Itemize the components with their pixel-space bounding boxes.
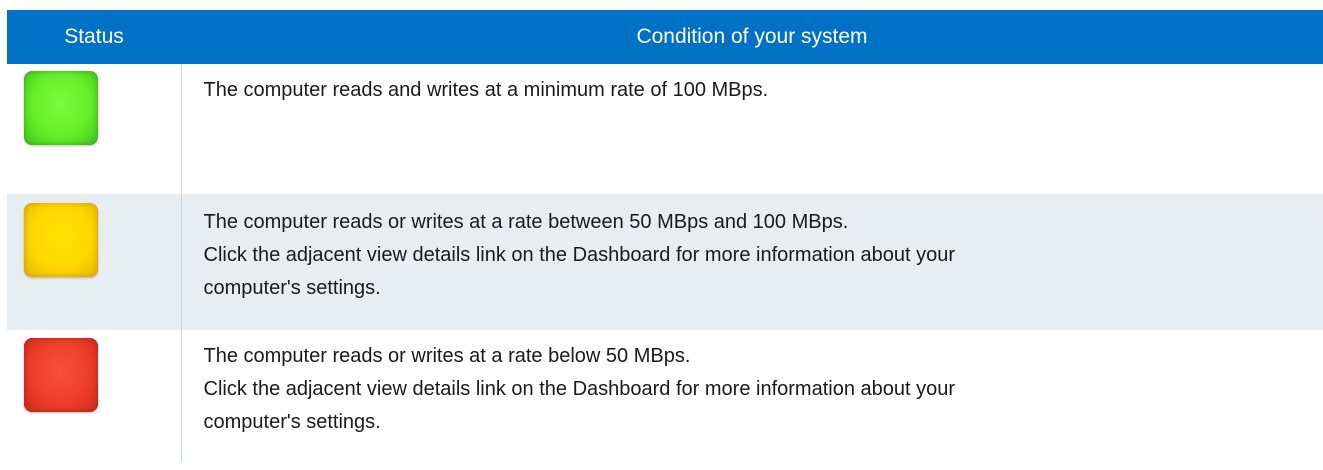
condition-text: The computer reads or writes at a rate b… [203, 211, 849, 233]
condition-text: Click the adjacent view details link on … [203, 244, 956, 266]
table-row: The computer reads or writes at a rate b… [7, 330, 1323, 462]
condition-text: computer's settings. [203, 411, 381, 433]
condition-column-header: Condition of your system [181, 10, 1323, 64]
status-column-header: Status [7, 10, 181, 64]
status-cell [7, 330, 182, 462]
condition-text: computer's settings. [203, 277, 381, 299]
status-table: Status Condition of your system The comp… [7, 10, 1323, 462]
condition-text: The computer reads or writes at a rate b… [203, 345, 691, 367]
red-status-icon [24, 338, 98, 412]
status-cell [7, 64, 182, 194]
yellow-status-icon [24, 203, 98, 277]
table-row: The computer reads or writes at a rate b… [7, 194, 1323, 330]
table-row: The computer reads and writes at a minim… [7, 64, 1323, 194]
condition-text: Click the adjacent view details link on … [203, 378, 956, 400]
condition-cell: The computer reads and writes at a minim… [181, 64, 1323, 194]
green-status-icon [24, 71, 98, 145]
table-header-row: Status Condition of your system [7, 10, 1323, 64]
condition-cell: The computer reads or writes at a rate b… [181, 330, 1323, 462]
status-cell [7, 194, 182, 330]
condition-text: The computer reads and writes at a minim… [203, 79, 769, 101]
condition-cell: The computer reads or writes at a rate b… [181, 194, 1323, 330]
